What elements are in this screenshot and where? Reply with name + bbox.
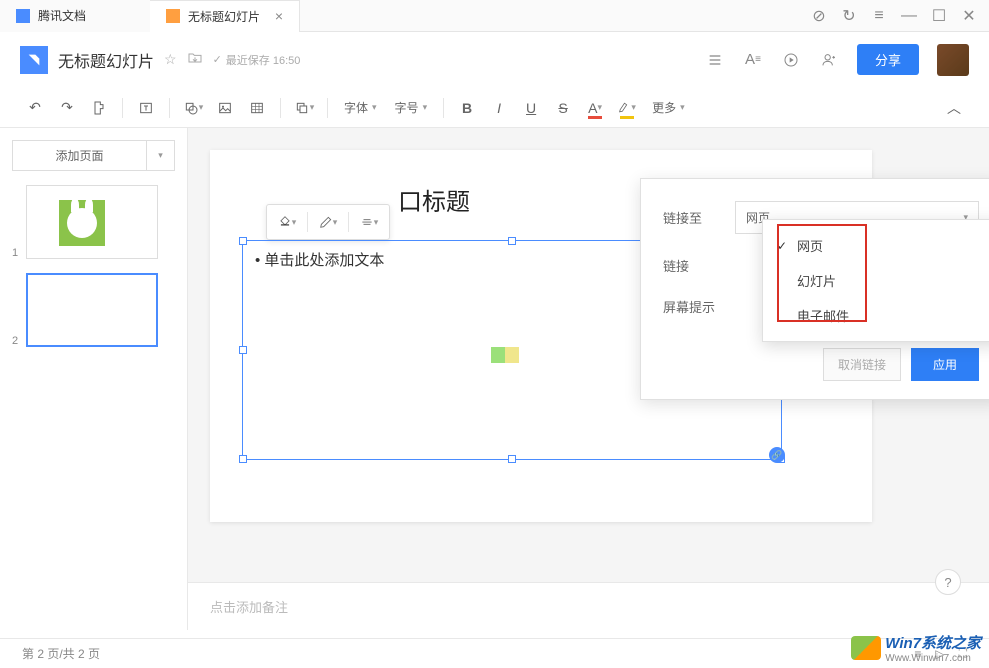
slide-panel: 添加页面 ▾ 1 2 [0, 128, 188, 630]
add-slide-button[interactable]: 添加页面 [12, 140, 147, 171]
canvas-area: 单击此处添力口标题 ▾ ▾ ▾ • 单击此处添加文本 [188, 128, 989, 630]
star-icon[interactable]: ☆ [164, 51, 177, 68]
text-style-icon[interactable]: A≡ [743, 50, 763, 70]
share-button[interactable]: 分享 [857, 44, 919, 75]
document-title[interactable]: 无标题幻灯片 [58, 48, 154, 72]
watermark-url: Www.Winwin7.com [885, 653, 981, 664]
slides-icon [166, 9, 180, 23]
browser-tab-slides[interactable]: 无标题幻灯片 × [150, 0, 300, 32]
body-placeholder-text[interactable]: • 单击此处添加文本 [255, 249, 384, 270]
resize-handle[interactable] [239, 455, 247, 463]
strikethrough-button[interactable]: S [548, 93, 578, 123]
maximize-icon[interactable]: ☐ [931, 8, 947, 24]
link-badge-icon[interactable]: 🔗 [769, 447, 785, 463]
notes-placeholder: 点击添加备注 [210, 600, 288, 615]
align-button[interactable]: ▾ [353, 209, 385, 235]
thumbnail-image [59, 200, 105, 246]
resize-handle[interactable] [508, 237, 516, 245]
remove-link-button[interactable]: 取消链接 [823, 348, 901, 381]
format-painter-button[interactable] [84, 93, 114, 123]
selection-mini-toolbar: ▾ ▾ ▾ [266, 204, 390, 240]
watermark-brand: Win7系统之家 [885, 632, 981, 653]
slide-number: 2 [12, 335, 18, 347]
underline-button[interactable]: U [516, 93, 546, 123]
undo-button[interactable]: ↶ [20, 93, 50, 123]
font-color-button[interactable]: A▾ [580, 93, 610, 123]
dropdown-option-webpage[interactable]: ✓网页 [773, 228, 989, 263]
refresh-icon[interactable]: ↻ [841, 8, 857, 24]
tencent-docs-icon [16, 9, 30, 23]
table-button[interactable] [242, 93, 272, 123]
apply-link-button[interactable]: 应用 [911, 348, 979, 381]
redo-button[interactable]: ↷ [52, 93, 82, 123]
dropdown-option-slide[interactable]: 幻灯片 [773, 263, 989, 298]
highlight-button[interactable]: ▾ [612, 93, 642, 123]
image-button[interactable] [210, 93, 240, 123]
slide-number: 1 [12, 247, 18, 259]
dropdown-option-email[interactable]: 电子邮件 [773, 298, 989, 333]
table-icon [491, 347, 519, 363]
status-bar: 第 2 页/共 2 页 ≡ ▷ ⛶ [0, 638, 989, 668]
check-icon: ✓ [777, 239, 791, 253]
link-type-dropdown: ✓网页 幻灯片 电子邮件 [762, 219, 989, 342]
font-size-dropdown[interactable]: 字号▾ [387, 95, 436, 120]
window-controls: ⊘ ↻ ≡ — ☐ ✕ [811, 8, 989, 24]
fill-color-button[interactable]: ▾ [271, 209, 303, 235]
resize-handle[interactable] [239, 237, 247, 245]
menu-icon[interactable]: ≡ [871, 8, 887, 24]
speaker-notes[interactable]: ? 点击添加备注 [188, 582, 989, 638]
font-dropdown[interactable]: 字体▾ [336, 95, 385, 120]
block-icon[interactable]: ⊘ [811, 8, 827, 24]
watermark-logo-icon [851, 636, 881, 660]
help-button[interactable]: ? [935, 569, 961, 595]
user-avatar[interactable] [937, 44, 969, 76]
list-icon[interactable] [705, 50, 725, 70]
move-folder-icon[interactable] [187, 50, 203, 69]
browser-tab-tencent-docs[interactable]: 腾讯文档 [0, 0, 150, 32]
watermark: Win7系统之家 Www.Winwin7.com [851, 632, 981, 664]
add-slide-options-button[interactable]: ▾ [147, 140, 175, 171]
tab-label: 腾讯文档 [38, 7, 86, 24]
resize-handle[interactable] [508, 455, 516, 463]
collapse-toolbar-icon[interactable]: ︿ [939, 93, 969, 123]
tab-label: 无标题幻灯片 [188, 8, 260, 25]
main-toolbar: ↶ ↷ ▾ ▾ 字体▾ 字号▾ B I U S A▾ ▾ 更多▾ ︿ [0, 88, 989, 128]
slide-canvas[interactable]: 单击此处添力口标题 ▾ ▾ ▾ • 单击此处添加文本 [210, 150, 872, 522]
textbox-button[interactable] [131, 93, 161, 123]
app-header: 无标题幻灯片 ☆ ✓ 最近保存 16:50 A≡ 分享 [0, 32, 989, 88]
italic-button[interactable]: I [484, 93, 514, 123]
border-color-button[interactable]: ▾ [312, 209, 344, 235]
tooltip-label: 屏幕提示 [663, 297, 723, 316]
shape-button[interactable]: ▾ [178, 93, 208, 123]
save-status: ✓ 最近保存 16:50 [213, 52, 301, 68]
page-counter: 第 2 页/共 2 页 [22, 645, 100, 662]
main-body: 添加页面 ▾ 1 2 单击此处添力口标题 ▾ ▾ ▾ [0, 128, 989, 630]
link-label: 链接 [663, 256, 723, 275]
bold-button[interactable]: B [452, 93, 482, 123]
resize-handle[interactable] [239, 346, 247, 354]
arrange-button[interactable]: ▾ [289, 93, 319, 123]
browser-tab-strip: 腾讯文档 无标题幻灯片 × ⊘ ↻ ≡ — ☐ ✕ [0, 0, 989, 32]
add-user-icon[interactable] [819, 50, 839, 70]
check-icon: ✓ [213, 53, 222, 66]
play-icon[interactable] [781, 50, 801, 70]
close-window-icon[interactable]: ✕ [961, 8, 977, 24]
more-dropdown[interactable]: 更多▾ [644, 95, 693, 120]
minimize-icon[interactable]: — [901, 8, 917, 24]
close-tab-icon[interactable]: × [275, 8, 283, 24]
slide-thumbnail-2[interactable] [26, 273, 158, 347]
app-logo-icon[interactable] [20, 46, 48, 74]
link-to-label: 链接至 [663, 208, 723, 227]
slide-thumbnail-1[interactable] [26, 185, 158, 259]
